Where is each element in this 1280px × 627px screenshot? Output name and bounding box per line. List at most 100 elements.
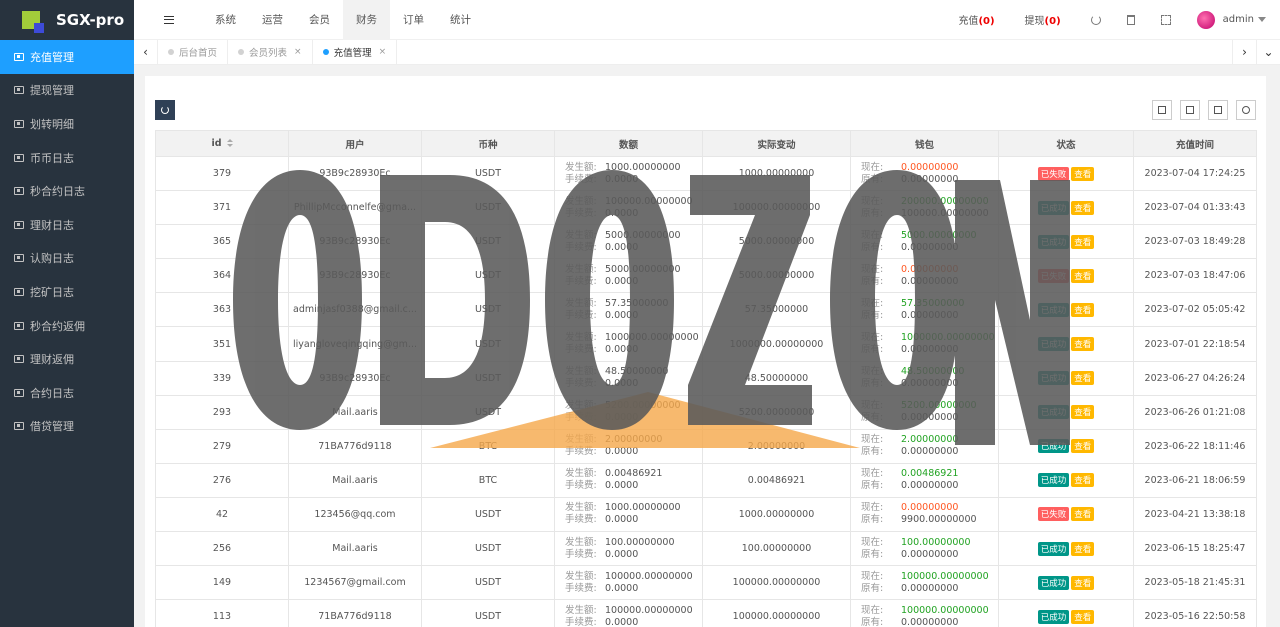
table-refresh-button[interactable]: [155, 100, 175, 120]
refresh-icon[interactable]: [1090, 14, 1101, 25]
sidebar-item-2[interactable]: 划转明细: [0, 107, 134, 141]
tab-0[interactable]: 后台首页: [158, 39, 229, 65]
wallet-orig-value: 0.00000000: [901, 480, 959, 492]
amount-value: 1000.00000000: [605, 502, 681, 514]
wallet-now-label: 现在:: [861, 366, 884, 378]
tab-1[interactable]: 会员列表 ×: [228, 39, 313, 65]
tab-scroll-left-icon[interactable]: ‹: [134, 39, 158, 65]
topnav-item-2[interactable]: 会员: [296, 0, 343, 40]
sidebar-item-9[interactable]: 理财返佣: [0, 342, 134, 376]
sidebar-item-11[interactable]: 借贷管理: [0, 410, 134, 444]
view-button[interactable]: 查看: [1071, 337, 1095, 352]
cell-actual-change: 100000.00000000: [702, 565, 851, 601]
status-badge: 已成功: [1037, 541, 1070, 556]
wallet-now-label: 现在:: [861, 263, 884, 275]
wallet-orig-value: 0.00000000: [901, 173, 959, 185]
wallet-now-value: 0.00000000: [901, 502, 959, 514]
topnav-item-3[interactable]: 财务: [343, 0, 390, 40]
top-header: 系统 运营 会员 财务 订单 统计 充值(0) 提现(0) admin: [134, 0, 1280, 40]
app-logo[interactable]: SGX-pro: [0, 0, 134, 40]
sidebar-item-3[interactable]: 币币日志: [0, 141, 134, 175]
sidebar-item-8[interactable]: 秒合约返佣: [0, 309, 134, 343]
clear-cache-icon[interactable]: [1126, 14, 1135, 25]
view-button[interactable]: 查看: [1071, 234, 1095, 249]
cell-actual-change: 1000.00000000: [702, 155, 851, 192]
sidebar-item-7[interactable]: 挖矿日志: [0, 275, 134, 309]
sidebar-item-label: 币币日志: [30, 151, 74, 165]
tab-scroll-right-icon[interactable]: ›: [1232, 39, 1256, 65]
cell-time: 2023-07-01 22:18:54: [1133, 326, 1257, 362]
cell-time: 2023-05-18 21:45:31: [1133, 565, 1257, 601]
menu-item-icon: [14, 287, 24, 296]
cell-actual-change: 1000.00000000: [702, 496, 851, 533]
tab-close-icon[interactable]: ×: [379, 47, 387, 57]
search-button[interactable]: [1236, 100, 1256, 120]
cell-id: 149: [155, 565, 289, 601]
cell-coin: USDT: [421, 292, 555, 328]
cell-id: 363: [155, 292, 289, 328]
column-header-label: 数额: [618, 139, 638, 151]
sort-icon[interactable]: [226, 139, 233, 147]
sidebar-item-0[interactable]: 充值管理: [0, 40, 134, 74]
column-header-0[interactable]: id: [155, 130, 289, 157]
sidebar-item-6[interactable]: 认购日志: [0, 242, 134, 276]
cell-wallet: 现在: 200000.00000000 原有: 100000.00000000: [850, 190, 999, 226]
view-button[interactable]: 查看: [1071, 371, 1095, 386]
sidebar-item-label: 挖矿日志: [30, 285, 74, 299]
cell-id: 42: [155, 496, 289, 533]
cell-amount: 发生额: 48.50000000 手续费: 0.0000: [554, 360, 703, 396]
topnav-item-0[interactable]: 系统: [202, 0, 249, 40]
avatar[interactable]: [1196, 10, 1215, 29]
cell-amount: 发生额: 5200.00000000 手续费: 0.0000: [554, 394, 703, 430]
view-button[interactable]: 查看: [1071, 302, 1095, 317]
fullscreen-icon[interactable]: [1160, 14, 1171, 25]
menu-item-icon: [14, 119, 24, 128]
topnav-item-4[interactable]: 订单: [390, 0, 437, 40]
fee-label: 手续费:: [565, 344, 597, 356]
status-badge: 已失败: [1037, 507, 1070, 522]
wallet-orig-value: 0.00000000: [901, 309, 959, 321]
view-button[interactable]: 查看: [1071, 541, 1095, 556]
fee-label: 手续费:: [565, 616, 597, 627]
topnav-item-1[interactable]: 运营: [249, 0, 296, 40]
cell-status: 已失败 查看: [998, 496, 1134, 533]
status-badge: 已成功: [1037, 609, 1070, 624]
fee-label: 手续费:: [565, 446, 597, 458]
print-button[interactable]: [1180, 100, 1200, 120]
amount-label: 发生额:: [565, 332, 597, 344]
view-button[interactable]: 查看: [1071, 166, 1095, 181]
sidebar-item-4[interactable]: 秒合约日志: [0, 174, 134, 208]
sidebar-item-label: 秒合约返佣: [30, 319, 85, 333]
sidebar-item-10[interactable]: 合约日志: [0, 376, 134, 410]
menu-toggle-icon[interactable]: [164, 15, 174, 24]
view-button[interactable]: 查看: [1071, 575, 1095, 590]
grid-icon: [1158, 106, 1166, 114]
recharge-notice-link[interactable]: 充值(0): [958, 12, 994, 27]
cell-time: 2023-07-02 05:05:42: [1133, 292, 1257, 328]
view-button[interactable]: 查看: [1071, 200, 1095, 215]
column-filter-button[interactable]: [1152, 100, 1172, 120]
view-button[interactable]: 查看: [1071, 507, 1095, 522]
view-button[interactable]: 查看: [1071, 405, 1095, 420]
tab-close-icon[interactable]: ×: [294, 47, 302, 57]
view-button[interactable]: 查看: [1071, 439, 1095, 454]
topnav-item-5[interactable]: 统计: [437, 0, 484, 40]
menu-item-icon: [14, 422, 24, 431]
wallet-orig-value: 0.00000000: [901, 412, 959, 424]
tab-menu-chevron-icon[interactable]: ⌄: [1256, 39, 1280, 65]
withdraw-notice-link[interactable]: 提现(0): [1025, 12, 1061, 27]
fee-value: 0.0000: [605, 207, 639, 219]
view-button[interactable]: 查看: [1071, 473, 1095, 488]
sidebar-item-5[interactable]: 理财日志: [0, 208, 134, 242]
export-button[interactable]: [1208, 100, 1228, 120]
view-button[interactable]: 查看: [1071, 268, 1095, 283]
view-button[interactable]: 查看: [1071, 609, 1095, 624]
tab-2[interactable]: 充值管理 ×: [313, 39, 398, 65]
amount-value: 100.00000000: [605, 536, 675, 548]
wallet-now-value: 48.50000000: [901, 366, 965, 378]
sidebar-item-1[interactable]: 提现管理: [0, 74, 134, 108]
user-menu[interactable]: admin: [1223, 14, 1266, 25]
amount-value: 100000.00000000: [605, 195, 693, 207]
cell-status: 已成功 查看: [998, 326, 1134, 362]
cell-user: 71BA776d9118: [288, 428, 422, 464]
